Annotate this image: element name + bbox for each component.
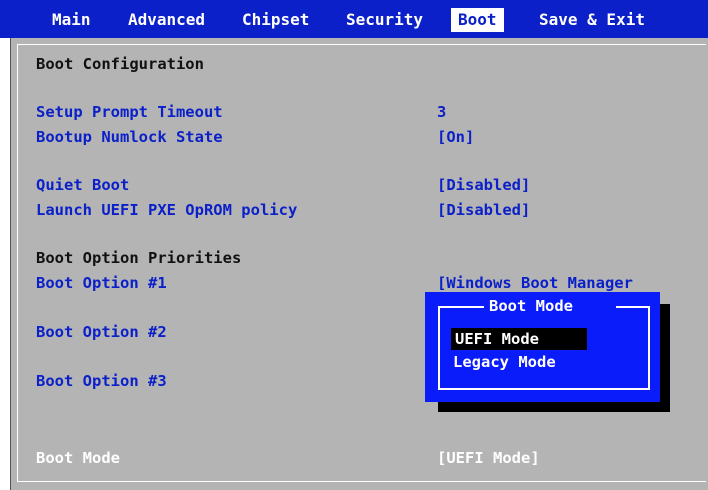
menu-bar: Main Advanced Chipset Security Boot Save… bbox=[0, 0, 708, 38]
section-boot-option-priorities: Boot Option Priorities bbox=[36, 249, 242, 267]
bootup-numlock-state-label[interactable]: Bootup Numlock State bbox=[36, 127, 223, 147]
tab-save-exit[interactable]: Save & Exit bbox=[539, 8, 645, 32]
boot-option-1-label[interactable]: Boot Option #1 bbox=[36, 273, 167, 293]
option-uefi-mode[interactable]: UEFI Mode bbox=[451, 328, 587, 350]
launch-uefi-pxe-label[interactable]: Launch UEFI PXE OpROM policy bbox=[36, 200, 297, 220]
popup-title: Boot Mode bbox=[489, 297, 573, 315]
tab-main[interactable]: Main bbox=[52, 8, 91, 32]
boot-mode-label[interactable]: Boot Mode bbox=[36, 448, 120, 468]
tab-advanced[interactable]: Advanced bbox=[128, 8, 205, 32]
boot-option-3-label[interactable]: Boot Option #3 bbox=[36, 371, 167, 391]
option-legacy-mode[interactable]: Legacy Mode bbox=[453, 351, 556, 373]
launch-uefi-pxe-value[interactable]: [Disabled] bbox=[437, 200, 530, 220]
bios-screen: Main Advanced Chipset Security Boot Save… bbox=[0, 0, 708, 490]
setup-prompt-timeout-label[interactable]: Setup Prompt Timeout bbox=[36, 102, 223, 122]
boot-mode-value[interactable]: [UEFI Mode] bbox=[437, 448, 540, 468]
tab-boot[interactable]: Boot bbox=[451, 8, 504, 32]
bootup-numlock-state-value[interactable]: [On] bbox=[437, 127, 474, 147]
boot-option-2-label[interactable]: Boot Option #2 bbox=[36, 322, 167, 342]
boot-option-1-value[interactable]: [Windows Boot Manager bbox=[437, 273, 633, 293]
section-boot-configuration: Boot Configuration bbox=[36, 55, 204, 73]
setup-prompt-timeout-value[interactable]: 3 bbox=[437, 102, 446, 122]
popup-frame-top-left bbox=[438, 306, 484, 308]
tab-chipset[interactable]: Chipset bbox=[242, 8, 309, 32]
settings-panel: Boot Configuration Setup Prompt Timeout … bbox=[10, 38, 708, 490]
quiet-boot-value[interactable]: [Disabled] bbox=[437, 175, 530, 195]
boot-mode-popup: Boot Mode UEFI Mode Legacy Mode bbox=[425, 292, 660, 402]
quiet-boot-label[interactable]: Quiet Boot bbox=[36, 175, 129, 195]
tab-security[interactable]: Security bbox=[346, 8, 423, 32]
popup-frame-top-right bbox=[616, 306, 648, 308]
